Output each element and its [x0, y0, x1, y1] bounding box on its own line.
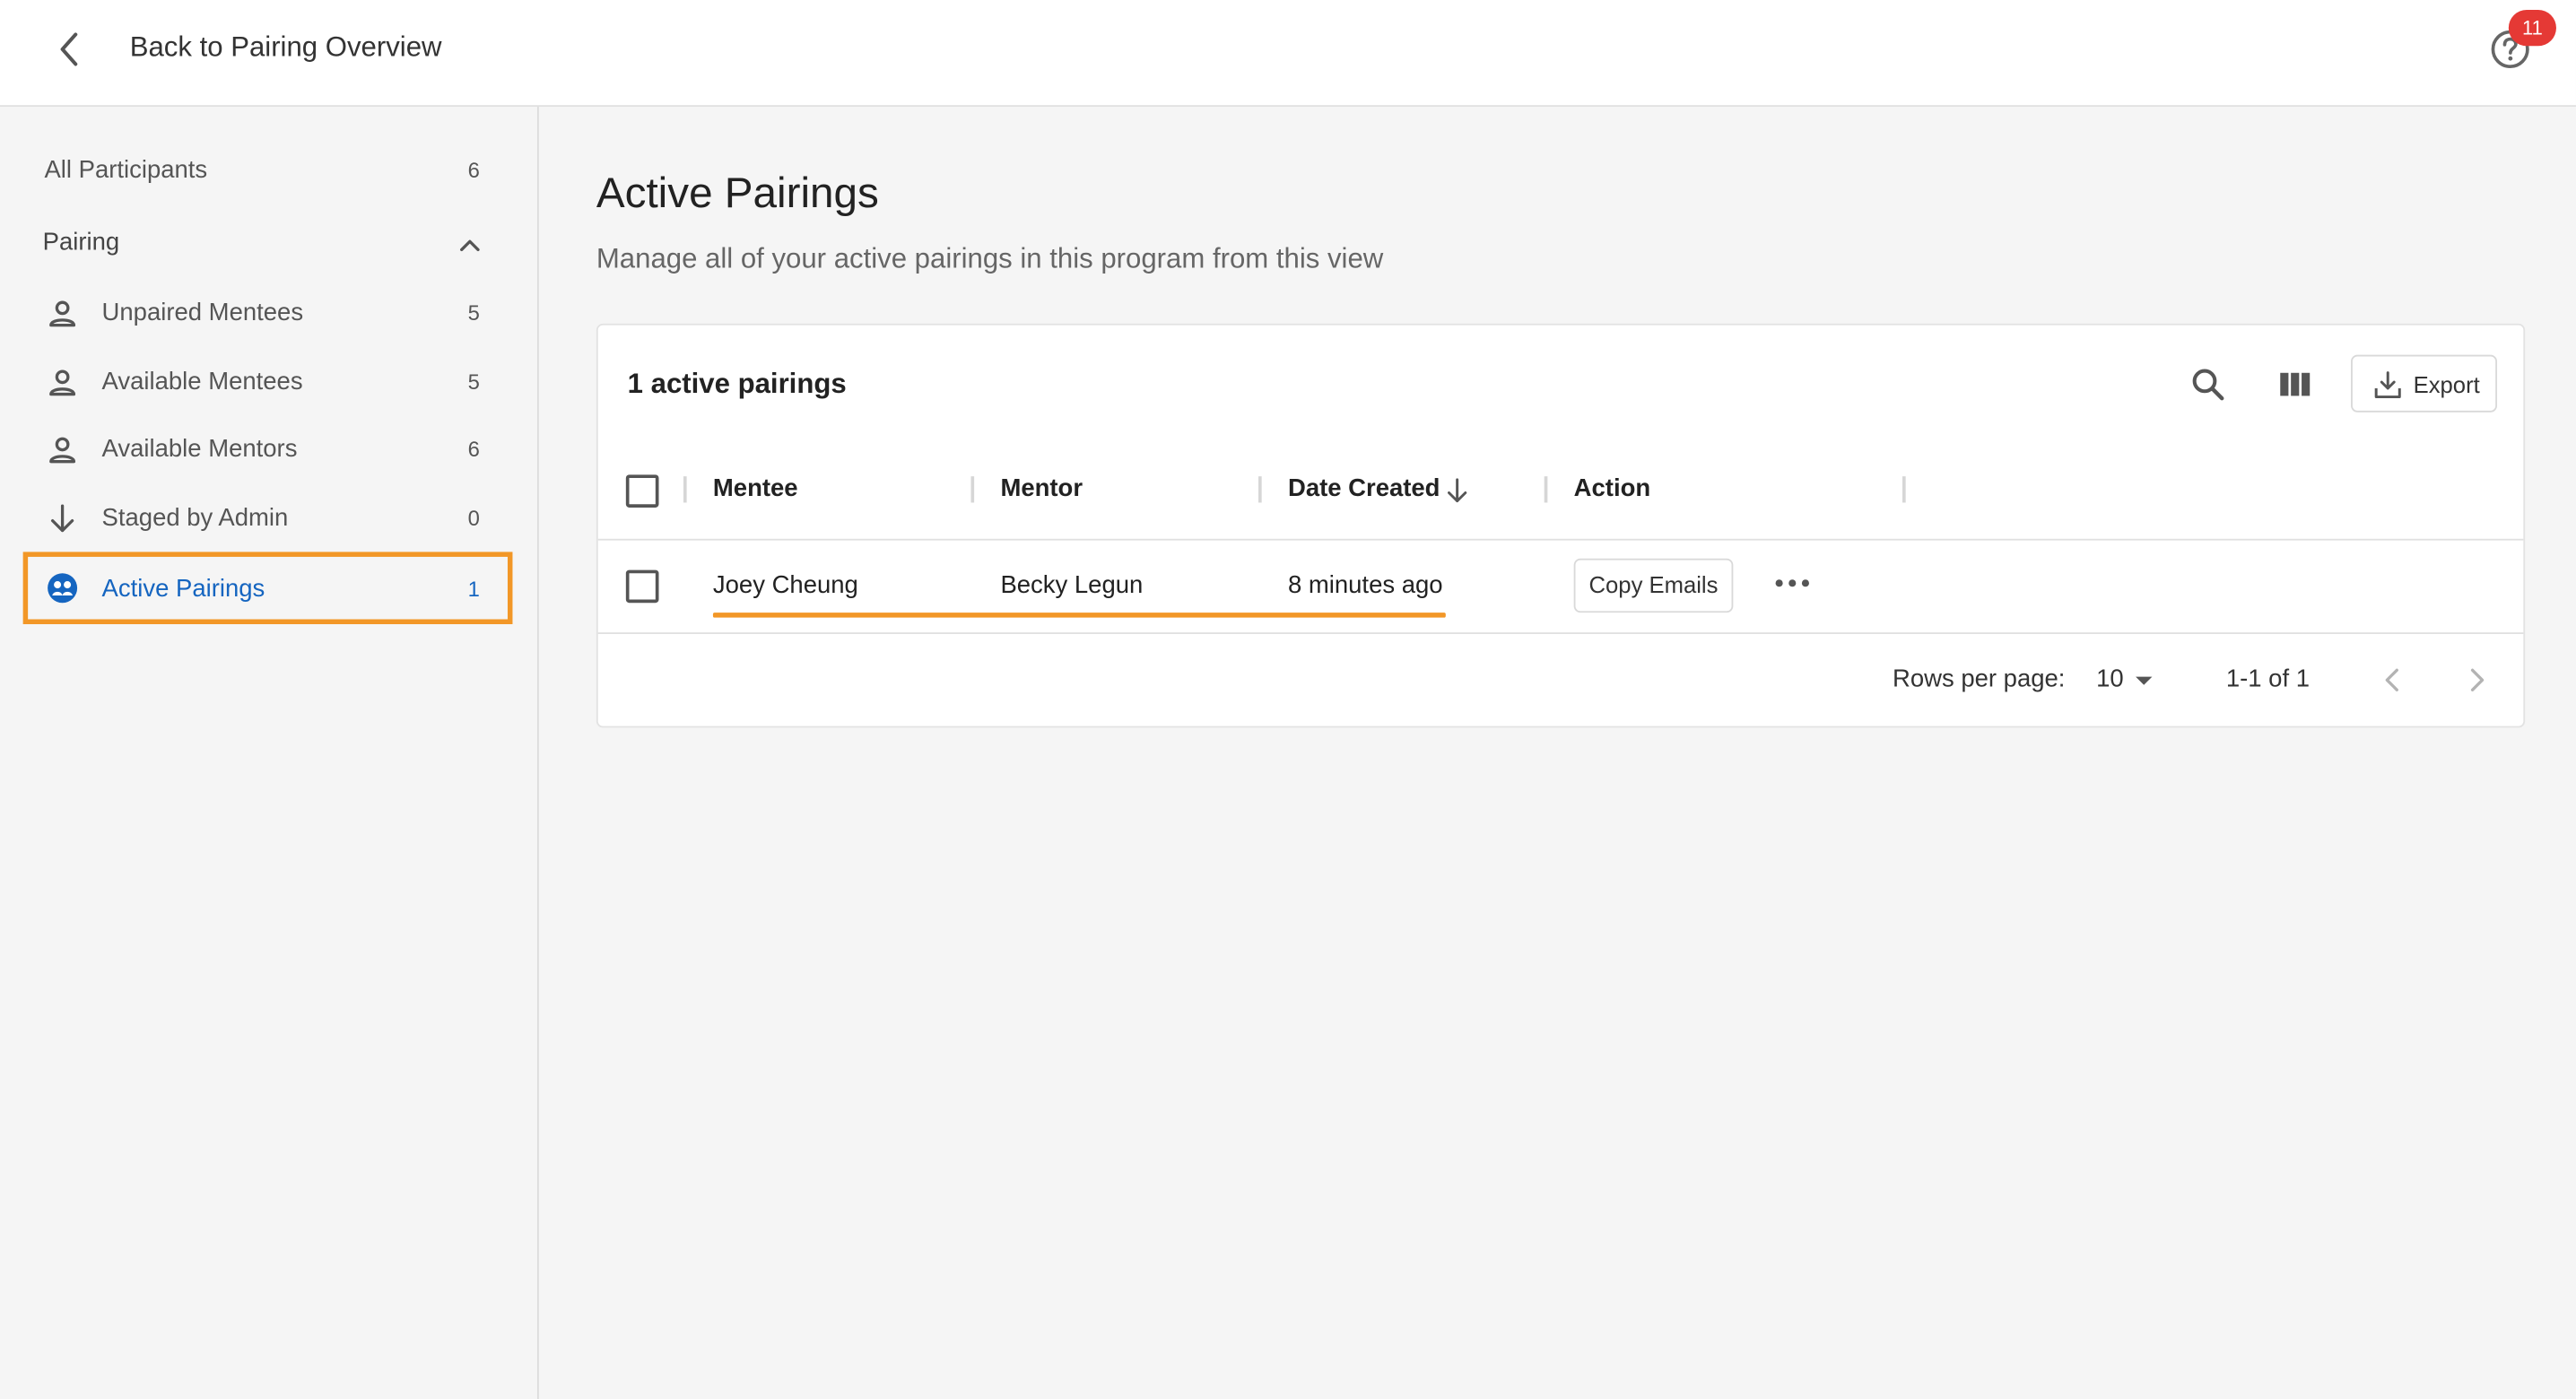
pairings-table-card: 1 active pairings Export Mentee Mentor D… — [596, 323, 2526, 728]
column-divider — [970, 476, 975, 503]
notification-badge: 11 — [2508, 9, 2556, 47]
sidebar-item-count: 0 — [467, 505, 480, 530]
columns-icon — [2280, 372, 2311, 396]
column-header-mentor[interactable]: Mentor — [1000, 474, 1083, 502]
sidebar-item-count: 5 — [467, 300, 480, 325]
pairing-icon — [48, 573, 78, 604]
sidebar-item-count: 6 — [467, 156, 480, 182]
mentor-cell: Becky Legun — [1000, 571, 1144, 600]
column-header-action: Action — [1573, 474, 1651, 503]
export-button[interactable]: Export — [2351, 354, 2498, 413]
export-label: Export — [2413, 370, 2480, 398]
sidebar: All Participants 6 Pairing Unpaired Ment… — [0, 107, 539, 1399]
column-divider — [1258, 476, 1262, 503]
search-icon — [2192, 369, 2224, 401]
more-options-button[interactable] — [1771, 561, 1814, 604]
column-divider — [1902, 476, 1906, 503]
download-icon — [2374, 371, 2401, 399]
arrow-down-icon — [50, 504, 74, 533]
columns-button[interactable] — [2272, 361, 2318, 407]
search-button[interactable] — [2185, 361, 2231, 407]
top-bar: Back to Pairing Overview 11 — [0, 0, 2576, 108]
column-divider — [1544, 476, 1548, 503]
chevron-up-icon — [460, 239, 480, 252]
sidebar-item-label: Available Mentors — [101, 434, 298, 463]
back-link-label[interactable]: Back to Pairing Overview — [130, 31, 442, 65]
sidebar-item-label: Active Pairings — [101, 574, 265, 603]
column-header-mentee[interactable]: Mentee — [713, 474, 798, 502]
person-icon — [49, 300, 76, 327]
page: Back to Pairing Overview 11 All Particip… — [0, 0, 2576, 1399]
sidebar-item-available-mentees[interactable]: Available Mentees 5 — [23, 348, 513, 413]
sidebar-group-label: Pairing — [42, 228, 120, 256]
caret-down-icon — [2136, 676, 2153, 685]
chevron-right-icon — [2470, 668, 2485, 691]
mentee-cell: Joey Cheung — [712, 571, 858, 600]
more-horizontal-icon — [1775, 579, 1809, 587]
sidebar-item-label: All Participants — [44, 155, 208, 184]
sidebar-item-label: Unpaired Mentees — [101, 298, 304, 326]
rows-per-page-value: 10 — [2096, 665, 2124, 693]
back-button[interactable] — [46, 24, 91, 74]
sidebar-item-label: Staged by Admin — [101, 503, 289, 532]
chevron-left-icon — [60, 32, 78, 66]
table-title: 1 active pairings — [627, 368, 847, 400]
column-header-date-created[interactable]: Date Created — [1288, 474, 1440, 502]
pagination-range: 1-1 of 1 — [2225, 665, 2311, 693]
person-icon — [49, 437, 76, 464]
pagination-bar: Rows per page: 10 1-1 of 1 — [598, 634, 2524, 726]
copy-emails-button[interactable]: Copy Emails — [1573, 558, 1734, 613]
sidebar-item-unpaired-mentees[interactable]: Unpaired Mentees 5 — [23, 279, 513, 344]
row-checkbox[interactable] — [625, 569, 659, 604]
next-page-button[interactable] — [2458, 660, 2497, 700]
sidebar-item-count: 6 — [467, 436, 480, 461]
previous-page-button[interactable] — [2372, 660, 2412, 700]
date-created-cell: 8 minutes ago — [1287, 571, 1443, 600]
select-all-checkbox[interactable] — [625, 474, 659, 508]
rows-per-page-select[interactable]: 10 — [2093, 660, 2165, 700]
column-divider — [683, 476, 687, 503]
highlight-underline — [712, 613, 1446, 618]
rows-per-page-label: Rows per page: — [1893, 665, 2066, 693]
person-icon — [49, 369, 76, 396]
page-title: Active Pairings — [596, 167, 879, 217]
sort-descending-icon[interactable] — [1444, 476, 1470, 506]
table-row: Joey Cheung Becky Legun 8 minutes ago Co… — [597, 541, 2524, 634]
table-header-row: Mentee Mentor Date Created Action — [597, 456, 2524, 541]
sidebar-item-available-mentors[interactable]: Available Mentors 6 — [23, 415, 513, 481]
chevron-left-icon — [2385, 668, 2398, 691]
page-subtitle: Manage all of your active pairings in th… — [596, 243, 1384, 274]
sidebar-item-count: 1 — [467, 575, 480, 601]
sidebar-item-label: Available Mentees — [101, 367, 303, 395]
sidebar-item-active-pairings[interactable]: Active Pairings 1 — [22, 552, 513, 625]
sidebar-item-count: 5 — [467, 369, 480, 394]
sidebar-item-all-participants[interactable]: All Participants 6 — [23, 136, 513, 202]
sidebar-group-pairing[interactable]: Pairing — [43, 229, 487, 265]
sidebar-item-staged-by-admin[interactable]: Staged by Admin 0 — [23, 484, 513, 550]
